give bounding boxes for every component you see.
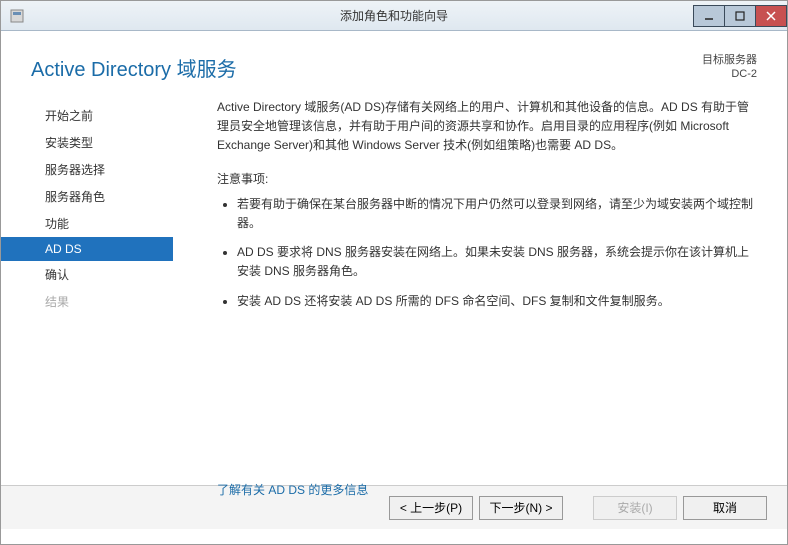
learn-more-link[interactable]: 了解有关 AD DS 的更多信息 xyxy=(217,481,368,500)
sidebar-item-server-roles[interactable]: 服务器角色 xyxy=(1,183,173,210)
sidebar-item-server-selection[interactable]: 服务器选择 xyxy=(1,156,173,183)
window-controls xyxy=(694,5,787,27)
close-button[interactable] xyxy=(755,5,787,27)
wizard-icon xyxy=(9,8,25,24)
target-server-value: DC-2 xyxy=(702,67,757,81)
note-item: 若要有助于确保在某台服务器中断的情况下用户仍然可以登录到网络，请至少为域安装两个… xyxy=(237,195,759,233)
install-button: 安装(I) xyxy=(593,496,677,520)
note-item: AD DS 要求将 DNS 服务器安装在网络上。如果未安装 DNS 服务器，系统… xyxy=(237,243,759,281)
target-server-label: 目标服务器 xyxy=(702,53,757,67)
note-list: 若要有助于确保在某台服务器中断的情况下用户仍然可以登录到网络，请至少为域安装两个… xyxy=(217,195,759,311)
maximize-button[interactable] xyxy=(724,5,756,27)
intro-text: Active Directory 域服务(AD DS)存储有关网络上的用户、计算… xyxy=(217,98,759,156)
note-label: 注意事项: xyxy=(217,170,759,189)
page-title: Active Directory 域服务 xyxy=(31,53,237,82)
note-item: 安装 AD DS 还将安装 AD DS 所需的 DFS 命名空间、DFS 复制和… xyxy=(237,292,759,311)
content: 开始之前 安装类型 服务器选择 服务器角色 功能 AD DS 确认 结果 Act… xyxy=(1,90,787,485)
minimize-button[interactable] xyxy=(693,5,725,27)
sidebar-item-install-type[interactable]: 安装类型 xyxy=(1,129,173,156)
sidebar-item-results: 结果 xyxy=(1,288,173,315)
previous-button[interactable]: < 上一步(P) xyxy=(389,496,473,520)
window-title: 添加角色和功能向导 xyxy=(340,7,448,24)
cancel-button[interactable]: 取消 xyxy=(683,496,767,520)
header: Active Directory 域服务 目标服务器 DC-2 xyxy=(1,31,787,90)
sidebar-item-features[interactable]: 功能 xyxy=(1,210,173,237)
sidebar: 开始之前 安装类型 服务器选择 服务器角色 功能 AD DS 确认 结果 xyxy=(1,90,173,485)
target-server: 目标服务器 DC-2 xyxy=(702,53,757,82)
sidebar-item-confirm[interactable]: 确认 xyxy=(1,261,173,288)
main-panel: Active Directory 域服务(AD DS)存储有关网络上的用户、计算… xyxy=(173,90,787,485)
sidebar-item-adds[interactable]: AD DS xyxy=(1,237,173,261)
sidebar-item-before-begin[interactable]: 开始之前 xyxy=(1,102,173,129)
titlebar: 添加角色和功能向导 xyxy=(1,1,787,31)
next-button[interactable]: 下一步(N) > xyxy=(479,496,563,520)
